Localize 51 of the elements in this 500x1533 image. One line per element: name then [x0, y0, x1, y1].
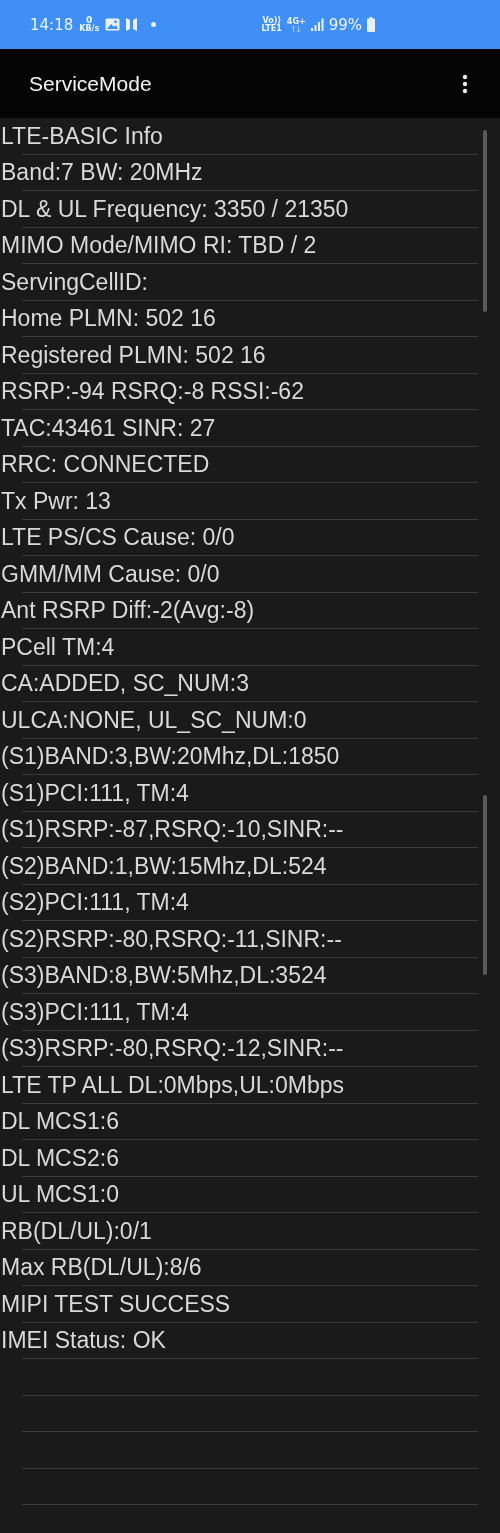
- info-line: IMEI Status: OK: [0, 1327, 166, 1355]
- scrollbar-thumb[interactable]: [483, 130, 487, 312]
- net-speed-value: 0: [86, 16, 93, 25]
- info-line: DL & UL Frequency: 3350 / 21350: [0, 195, 349, 223]
- info-line: Registered PLMN: 502 16: [0, 341, 266, 369]
- info-line: (S1)RSRP:-87,RSRQ:-10,SINR:--: [0, 816, 344, 844]
- info-line: LTE-BASIC Info: [0, 122, 163, 150]
- clock-time: 14:18: [30, 15, 74, 34]
- battery-percent: 99%: [328, 15, 362, 34]
- info-line: Ant RSRP Diff:-2(Avg:-8): [0, 597, 255, 625]
- info-line: (S3)BAND:8,BW:5Mhz,DL:3524: [0, 962, 327, 990]
- info-line: (S2)RSRP:-80,RSRQ:-11,SINR:--: [0, 925, 342, 953]
- info-line: (S3)RSRP:-80,RSRQ:-12,SINR:--: [0, 1035, 344, 1063]
- info-line: (S1)PCI:111, TM:4: [0, 779, 189, 807]
- info-line: LTE TP ALL DL:0Mbps,UL:0Mbps: [0, 1071, 345, 1099]
- info-line: (S2)PCI:111, TM:4: [0, 889, 189, 917]
- app-title: ServiceMode: [29, 71, 152, 96]
- info-line: (S3)PCI:111, TM:4: [0, 998, 189, 1026]
- info-line: GMM/MM Cause: 0/0: [0, 560, 220, 588]
- notification-dot-icon: [151, 22, 157, 27]
- info-line: LTE PS/CS Cause: 0/0: [0, 524, 235, 552]
- app-logo-icon: [126, 17, 138, 32]
- info-line: UL MCS1:0: [0, 1181, 120, 1209]
- info-line: Tx Pwr: 13: [0, 487, 111, 515]
- volte-label: Vo)): [262, 16, 281, 25]
- info-line: (S2)BAND:1,BW:15Mhz,DL:524: [0, 852, 327, 880]
- info-line: TAC:43461 SINR: 27: [0, 414, 216, 442]
- info-line: RSRP:-94 RSRQ:-8 RSSI:-62: [0, 378, 304, 406]
- info-line: RRC: CONNECTED: [0, 451, 210, 479]
- info-line: CA:ADDED, SC_NUM:3: [0, 670, 249, 698]
- lte-label: LTE1: [261, 24, 282, 33]
- info-line: DL MCS1:6: [0, 1108, 120, 1136]
- info-line: PCell TM:4: [0, 633, 115, 661]
- info-line: DL MCS2:6: [0, 1144, 120, 1172]
- scrollbar-thumb[interactable]: [483, 795, 487, 975]
- battery-icon: [367, 17, 375, 32]
- data-arrows-icon: [291, 25, 302, 32]
- info-line: Max RB(DL/UL):8/6: [0, 1254, 202, 1282]
- info-line: MIPI TEST SUCCESS: [0, 1290, 231, 1318]
- more-options-icon[interactable]: [462, 73, 468, 94]
- info-line: MIMO Mode/MIMO RI: TBD / 2: [0, 232, 317, 260]
- signal-icon: [310, 18, 324, 31]
- info-line: ServingCellID:: [0, 268, 148, 296]
- net-speed-unit: KB/s: [79, 25, 100, 33]
- image-icon: [105, 18, 121, 31]
- info-line: RB(DL/UL):0/1: [0, 1217, 152, 1245]
- info-line: Band:7 BW: 20MHz: [0, 159, 203, 187]
- info-line: Home PLMN: 502 16: [0, 305, 216, 333]
- info-line: (S1)BAND:3,BW:20Mhz,DL:1850: [0, 743, 340, 771]
- network-type-label: 4G+: [286, 17, 306, 26]
- info-line: ULCA:NONE, UL_SC_NUM:0: [0, 706, 307, 734]
